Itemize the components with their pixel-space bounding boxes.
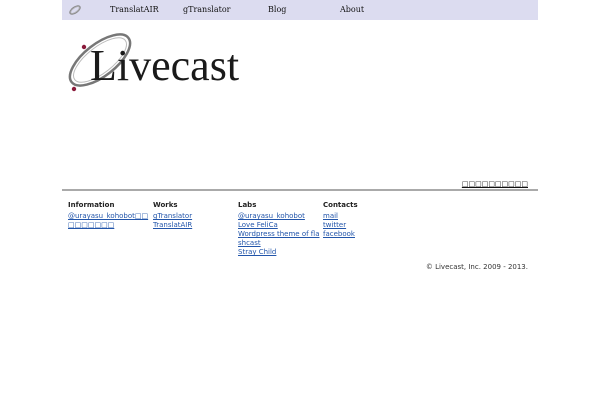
footer-column-information: Information @urayasu_kohobot□□□□□□□□□ [68, 201, 150, 230]
footer-column-title: Contacts [323, 201, 358, 209]
copyright-text: © Livecast, Inc. 2009 - 2013. [425, 263, 528, 271]
footer-link[interactable]: Love FeliCa [238, 221, 320, 230]
top-nav-bar: TranslatAIR gTranslator Blog About [62, 0, 538, 20]
footer-link-mail[interactable]: mail [323, 212, 405, 221]
nav-link-gtranslator[interactable]: gTranslator [183, 5, 231, 14]
footer-link-facebook[interactable]: facebook [323, 230, 405, 239]
brand-name: Livecast [90, 41, 240, 90]
divider [62, 189, 538, 191]
nav-link-translatair[interactable]: TranslatAIR [110, 5, 159, 14]
brand-logo[interactable]: Livecast [62, 22, 262, 100]
footer-link[interactable]: TranslatAIR [153, 221, 235, 230]
footer-column-title: Labs [238, 201, 257, 209]
footer-link[interactable]: Wordpress theme of flashcast [238, 230, 320, 248]
footer-column-works: Works gTranslator TranslatAIR [153, 201, 235, 230]
footer-link-twitter[interactable]: twitter [323, 221, 405, 230]
footer-column-title: Information [68, 201, 115, 209]
footer-link[interactable]: @urayasu_kohobot [238, 212, 320, 221]
footer-link[interactable]: @urayasu_kohobot□□□□□□□□□ [68, 212, 150, 230]
footer-link[interactable]: gTranslator [153, 212, 235, 221]
livecast-logo-small-icon[interactable] [68, 3, 82, 17]
footer-link[interactable]: Stray Child [238, 248, 320, 257]
footer-column-labs: Labs @urayasu_kohobot Love FeliCa Wordpr… [238, 201, 320, 257]
footer-column-title: Works [153, 201, 178, 209]
nav-link-blog[interactable]: Blog [268, 5, 286, 14]
nav-link-about[interactable]: About [340, 5, 364, 14]
footer-column-contacts: Contacts mail twitter facebook [323, 201, 405, 239]
header-link[interactable]: □□□□□□□□□□ [462, 180, 528, 188]
